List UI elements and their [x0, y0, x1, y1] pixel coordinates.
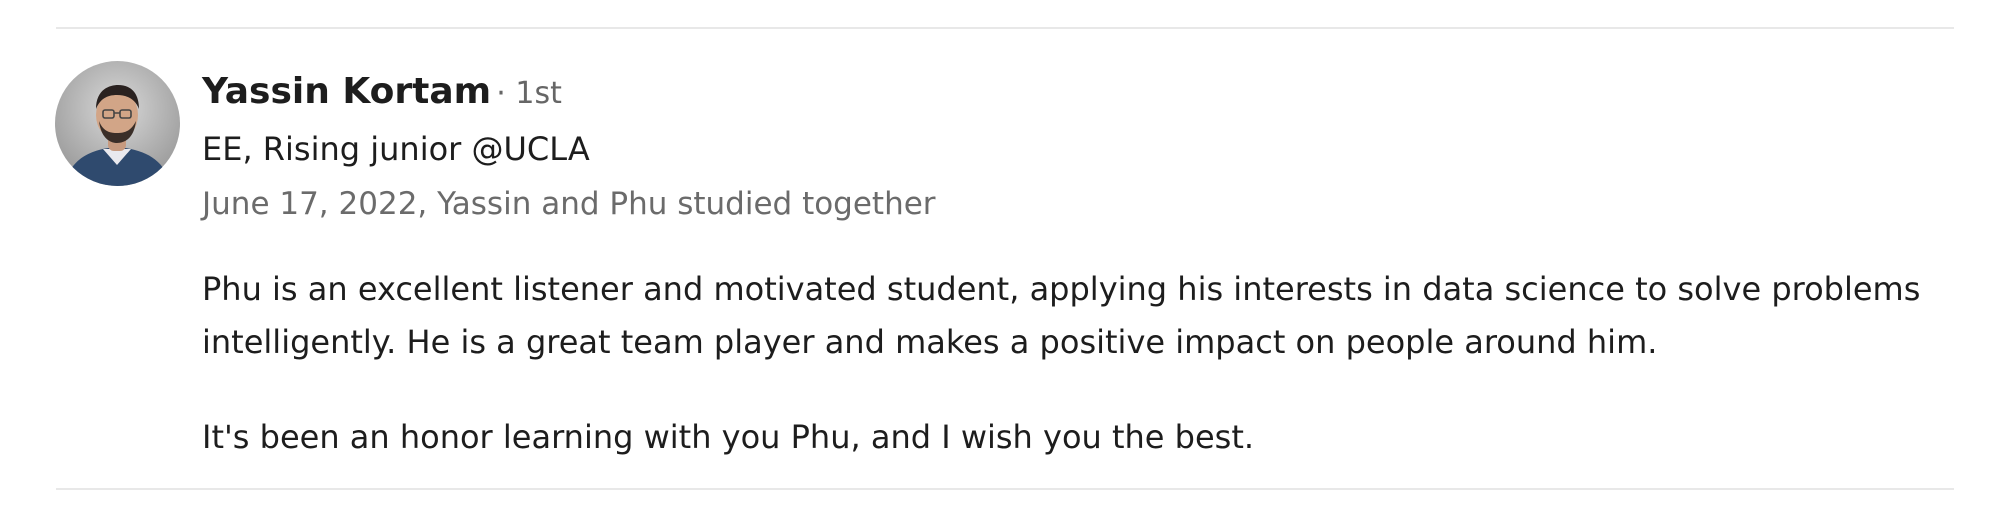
person-photo-icon — [65, 85, 170, 186]
top-divider — [56, 27, 1954, 29]
author-name-link[interactable]: Yassin Kortam — [202, 71, 491, 112]
recommendation-line: Phu is an excellent listener and motivat… — [202, 270, 1921, 308]
recommendation-paragraph: It's been an honor learning with you Phu… — [202, 418, 1255, 456]
bottom-divider — [56, 488, 1954, 490]
avatar[interactable] — [55, 61, 180, 186]
recommendation-text: Phu is an excellent listener and motivat… — [202, 263, 1962, 464]
author-name-line: Yassin Kortam · 1st — [202, 68, 562, 116]
recommendation-line: intelligently. He is a great team player… — [202, 323, 1658, 361]
connection-degree: · 1st — [496, 76, 562, 111]
recommendation-meta: June 17, 2022, Yassin and Phu studied to… — [202, 186, 936, 222]
recommendation-paragraph: Phu is an excellent listener and motivat… — [202, 263, 1962, 369]
author-headline: EE, Rising junior @UCLA — [202, 130, 590, 168]
